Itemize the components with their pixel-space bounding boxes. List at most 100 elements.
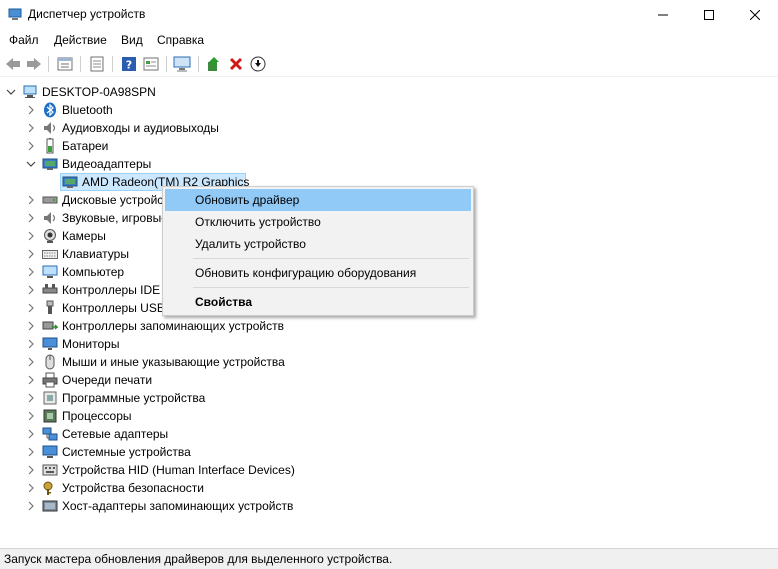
menu-action[interactable]: Действие [54, 33, 107, 47]
monitor-icon [42, 337, 58, 350]
chevron-right-icon[interactable] [26, 105, 36, 115]
chevron-right-icon[interactable] [26, 447, 36, 457]
resources-icon[interactable] [142, 55, 160, 73]
chevron-right-icon[interactable] [26, 357, 36, 367]
chevron-right-icon[interactable] [26, 231, 36, 241]
chevron-right-icon[interactable] [26, 285, 36, 295]
battery-icon [46, 138, 54, 154]
back-icon[interactable] [4, 55, 22, 73]
tree-item-print-queues[interactable]: Очереди печати [26, 371, 152, 389]
chevron-right-icon[interactable] [26, 429, 36, 439]
chevron-right-icon[interactable] [26, 465, 36, 475]
chevron-right-icon[interactable] [26, 303, 36, 313]
chevron-right-icon[interactable] [26, 483, 36, 493]
menu-separator [193, 287, 469, 288]
tree-item-storage-controllers[interactable]: Контроллеры запоминающих устройств [26, 317, 284, 335]
tree-item-label: Батареи [62, 139, 109, 153]
download-icon[interactable] [249, 55, 267, 73]
chevron-right-icon[interactable] [26, 339, 36, 349]
tree-item-disk-drives[interactable]: Дисковые устройства [26, 191, 182, 209]
toolbar-separator [48, 56, 49, 72]
chevron-right-icon[interactable] [26, 141, 36, 151]
menu-file[interactable]: Файл [9, 33, 39, 47]
chevron-down-icon[interactable] [6, 87, 16, 97]
tree-item-audio-io[interactable]: Аудиовходы и аудиовыходы [26, 119, 219, 137]
uninstall-icon[interactable] [227, 55, 245, 73]
tree-item-batteries[interactable]: Батареи [26, 137, 108, 155]
host-adapter-icon [42, 500, 58, 512]
menu-bar: Файл Действие Вид Справка [0, 30, 778, 50]
tree-item-label: Очереди печати [62, 373, 153, 387]
tree-item-label: Камеры [62, 229, 106, 243]
chevron-right-icon[interactable] [26, 501, 36, 511]
tree-item-display-adapters[interactable]: Видеоадаптеры [26, 155, 151, 173]
tree-item-security-devices[interactable]: Устройства безопасности [26, 479, 204, 497]
close-button[interactable] [732, 0, 778, 30]
maximize-button[interactable] [686, 0, 732, 30]
svg-text:?: ? [126, 59, 132, 72]
update-driver-icon[interactable] [205, 55, 223, 73]
disable-device-menu-item[interactable]: Отключить устройство [165, 211, 471, 233]
scan-hardware-changes-menu-item[interactable]: Обновить конфигурацию оборудования [165, 262, 471, 284]
tree-item-storage-host-adapters[interactable]: Хост-адаптеры запоминающих устройств [26, 497, 293, 515]
toolbar-separator [198, 56, 199, 72]
help-icon[interactable]: ? [120, 55, 138, 73]
chevron-right-icon[interactable] [26, 411, 36, 421]
properties-menu-item[interactable]: Свойства [165, 291, 471, 313]
usb-icon [46, 300, 54, 314]
status-text: Запуск мастера обновления драйверов для … [4, 552, 393, 566]
menu-help[interactable]: Справка [157, 33, 204, 47]
forward-icon[interactable] [25, 55, 43, 73]
chevron-right-icon[interactable] [26, 123, 36, 133]
chevron-down-icon[interactable] [26, 159, 36, 169]
tree-item-computer[interactable]: Компьютер [26, 263, 124, 281]
chevron-right-icon[interactable] [26, 375, 36, 385]
device-manager-app-icon [8, 7, 22, 21]
chevron-right-icon[interactable] [26, 393, 36, 403]
tree-item-mice[interactable]: Мыши и иные указывающие устройства [26, 353, 285, 371]
minimize-button[interactable] [640, 0, 686, 30]
chevron-right-icon[interactable] [26, 249, 36, 259]
uninstall-device-menu-item[interactable]: Удалить устройство [165, 233, 471, 255]
system-device-icon [42, 445, 58, 458]
tree-item-monitors[interactable]: Мониторы [26, 335, 119, 353]
properties-icon[interactable] [56, 55, 74, 73]
camera-icon [44, 229, 56, 243]
menu-view[interactable]: Вид [121, 33, 143, 47]
tree-item-processors[interactable]: Процессоры [26, 407, 132, 425]
tree-item-label: Контроллеры USB [62, 301, 165, 315]
processor-icon [43, 409, 57, 423]
tree-item-label: Хост-адаптеры запоминающих устройств [62, 499, 294, 513]
show-hide-icon[interactable] [88, 55, 106, 73]
tree-item-software-devices[interactable]: Программные устройства [26, 389, 205, 407]
tree-item-label: Bluetooth [62, 103, 113, 117]
monitor-scan-icon[interactable] [173, 55, 191, 73]
computer-icon [42, 265, 58, 278]
tree-item-hid-devices[interactable]: Устройства HID (Human Interface Devices) [26, 461, 295, 479]
disk-drive-icon [42, 196, 58, 204]
tree-item-label: Устройства HID (Human Interface Devices) [62, 463, 295, 477]
tree-item-label: Клавиатуры [62, 247, 129, 261]
tree-item-system-devices[interactable]: Системные устройства [26, 443, 191, 461]
tree-item-label: Процессоры [62, 409, 132, 423]
tree-item-keyboards[interactable]: Клавиатуры [26, 245, 129, 263]
tree-item-cameras[interactable]: Камеры [26, 227, 106, 245]
chevron-right-icon[interactable] [26, 267, 36, 277]
hid-icon [42, 464, 58, 476]
tree-root[interactable]: DESKTOP-0A98SPN [6, 83, 156, 101]
tree-item-label: Видеоадаптеры [62, 157, 152, 171]
keyboard-icon [42, 250, 58, 259]
title-bar: Диспетчер устройств [0, 0, 778, 30]
chevron-right-icon[interactable] [26, 321, 36, 331]
tree-item-network-adapters[interactable]: Сетевые адаптеры [26, 425, 168, 443]
speaker-icon [44, 122, 56, 134]
toolbar-separator [166, 56, 167, 72]
chevron-right-icon[interactable] [26, 213, 36, 223]
chevron-right-icon[interactable] [26, 195, 36, 205]
tree-item-bluetooth[interactable]: Bluetooth [26, 101, 113, 119]
menu-separator [193, 258, 469, 259]
tree-item-usb-controllers[interactable]: Контроллеры USB [26, 299, 165, 317]
tree-root-label: DESKTOP-0A98SPN [42, 85, 156, 99]
update-driver-menu-item[interactable]: Обновить драйвер [165, 189, 471, 211]
display-adapter-icon [42, 158, 58, 170]
